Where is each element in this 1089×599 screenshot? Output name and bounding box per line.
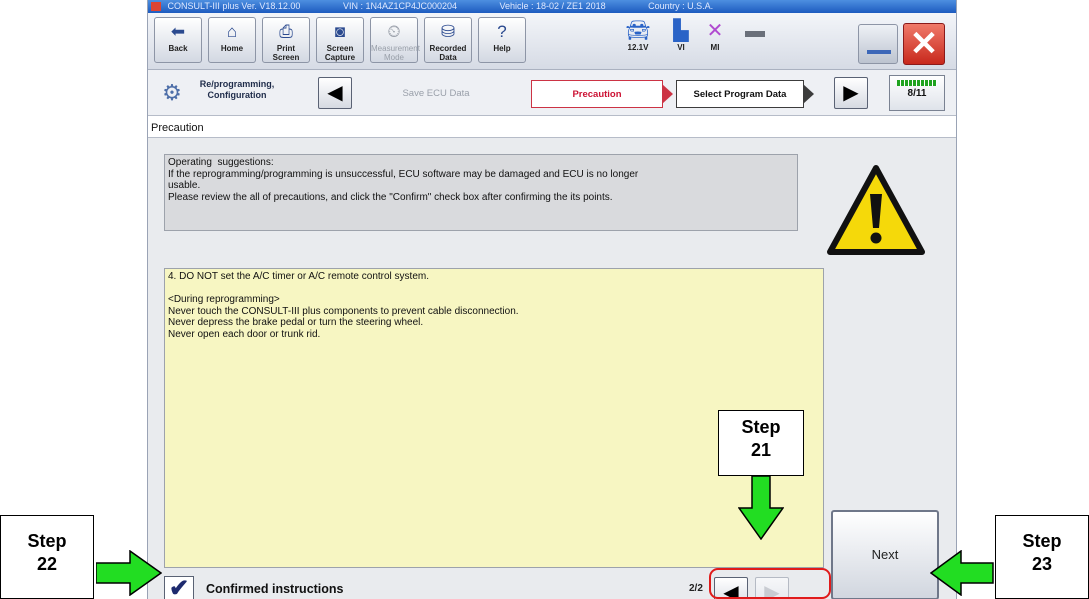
- step-22-arrow: [96, 550, 162, 596]
- page-indicator: 2/2: [689, 583, 703, 594]
- extra-device-status: ▬: [738, 19, 772, 43]
- app-logo-icon: [151, 2, 161, 11]
- nav-forward-arrow[interactable]: ▶: [834, 77, 868, 109]
- print-screen-button[interactable]: ⎙ Print Screen: [262, 17, 310, 63]
- screen-capture-button[interactable]: ◙ Screen Capture: [316, 17, 364, 63]
- step-21-arrow: [738, 476, 784, 540]
- next-button[interactable]: Next: [831, 510, 939, 599]
- precaution-line: Never open each door or trunk rid.: [168, 328, 321, 340]
- operating-suggestions-box: Operating suggestions: If the reprogramm…: [164, 154, 798, 231]
- step-progress: 8/11: [889, 75, 945, 111]
- precaution-line: Never depress the brake pedal or turn th…: [168, 317, 424, 328]
- step-21-callout: Step 21: [718, 410, 804, 476]
- step-23-callout: Step 23: [995, 515, 1089, 599]
- precaution-line: Never touch the CONSULT-III plus compone…: [168, 305, 519, 317]
- warning-icon: [827, 165, 925, 255]
- back-button[interactable]: ⬅ Back: [154, 17, 202, 63]
- toolbar: ⬅ Back ⌂ Home ⎙ Print Screen ◙ Screen Ca…: [148, 13, 956, 70]
- mi-disconnected-icon: ✕: [706, 20, 724, 42]
- meter-icon: ⏲: [387, 22, 401, 41]
- vi-connector-icon: ▙: [673, 20, 689, 42]
- close-button[interactable]: ✕: [903, 23, 945, 65]
- recorded-data-icon: ⛁: [440, 22, 456, 41]
- title-segment: Vehicle : 18-02 / ZE1 2018: [499, 1, 606, 11]
- camera-icon: ◙: [334, 22, 346, 41]
- stage: CONSULT-III plus Ver. V18.12.00 VIN : 1N…: [0, 0, 1089, 599]
- title-segment: CONSULT-III plus Ver. V18.12.00: [167, 1, 301, 11]
- measurement-mode-button[interactable]: ⏲ Measurement Mode: [370, 17, 420, 63]
- page-arrows-highlight: [709, 568, 831, 599]
- suggestion-line: Please review the all of precautions, an…: [168, 191, 613, 203]
- printer-icon: ⎙: [279, 22, 293, 41]
- mi-status: ✕ MI: [700, 19, 730, 52]
- precaution-line: <During reprogramming>: [168, 294, 280, 305]
- section-label: Re/programming, Configuration: [199, 79, 275, 100]
- home-icon: ⌂: [226, 22, 238, 41]
- vi-status: ▙ VI: [666, 19, 696, 52]
- step-precaution: Precaution: [531, 80, 673, 108]
- help-icon: ?: [497, 22, 507, 41]
- back-arrow-icon: ⬅: [170, 22, 186, 41]
- checkmark-icon: ✔: [168, 575, 190, 599]
- step-save-ecu-data: Save ECU Data: [402, 88, 470, 99]
- breadcrumb-nav: ⚙ Re/programming, Configuration ◀ Save E…: [148, 70, 956, 116]
- suggestion-line: Operating suggestions:: [168, 157, 274, 168]
- suggestion-line: usable.: [168, 180, 201, 191]
- confirm-checkbox[interactable]: ✔: [164, 576, 194, 599]
- minimize-icon: [867, 50, 891, 54]
- title-segment: VIN : 1N4AZ1CP4JC000204: [342, 1, 457, 11]
- confirm-row: ✔ Confirmed instructions: [148, 576, 708, 599]
- battery-status: 🚘︎ 12.1V: [618, 19, 658, 52]
- step-select-program-data: Select Program Data: [676, 80, 814, 108]
- progress-bar: [897, 80, 937, 86]
- device-icon: ▬: [745, 20, 765, 42]
- home-button[interactable]: ⌂ Home: [208, 17, 256, 63]
- car-icon: 🚘︎: [625, 20, 651, 42]
- help-button[interactable]: ? Help: [478, 17, 526, 63]
- page-title: Precaution: [151, 122, 204, 134]
- nav-back-arrow[interactable]: ◀: [318, 77, 352, 109]
- reprogramming-icon: ⚙: [162, 80, 182, 105]
- title-segment: Country : U.S.A.: [648, 1, 714, 11]
- suggestion-line: If the reprogramming/programming is unsu…: [168, 168, 639, 180]
- consult-app-window: CONSULT-III plus Ver. V18.12.00 VIN : 1N…: [147, 0, 957, 599]
- content-area: Operating suggestions: If the reprogramm…: [148, 137, 956, 599]
- precaution-line: 4. DO NOT set the A/C timer or A/C remot…: [168, 271, 430, 282]
- minimize-button[interactable]: [858, 24, 898, 64]
- step-22-callout: Step 22: [0, 515, 94, 599]
- recorded-data-button[interactable]: ⛁ Recorded Data: [424, 17, 472, 63]
- confirm-label: Confirmed instructions: [206, 582, 344, 596]
- close-icon: ✕: [909, 25, 939, 63]
- step-23-arrow: [930, 550, 994, 596]
- title-bar: CONSULT-III plus Ver. V18.12.00 VIN : 1N…: [148, 0, 956, 13]
